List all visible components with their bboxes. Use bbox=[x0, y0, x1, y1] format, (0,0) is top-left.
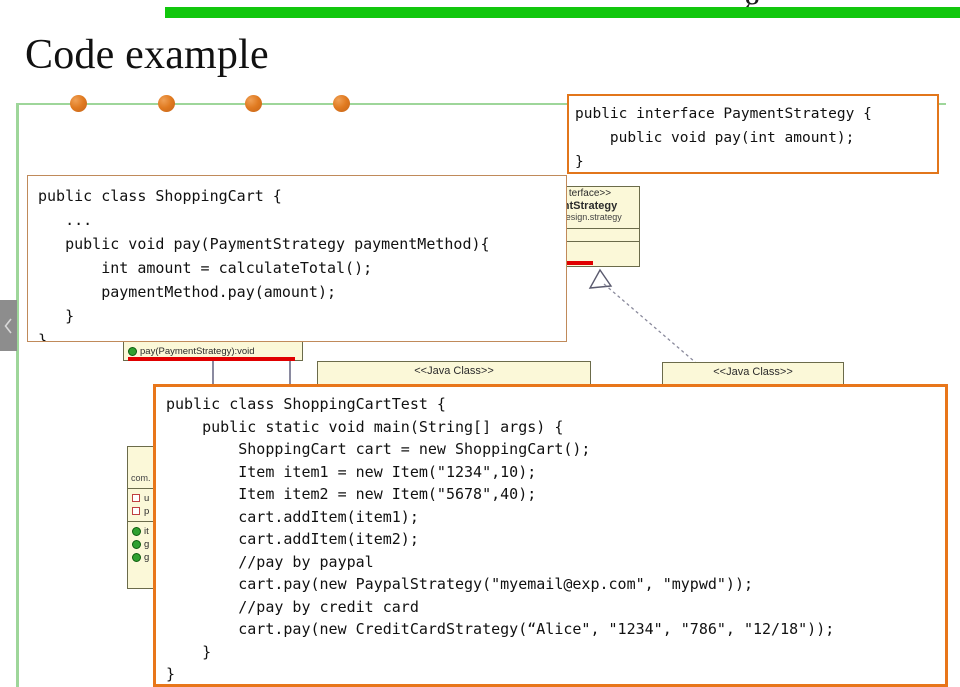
uml-method-icon bbox=[132, 552, 141, 562]
uml-stereotype: <<Java Class>> bbox=[713, 366, 793, 378]
code-block-shopping-cart: public class ShoppingCart { ... public v… bbox=[27, 175, 567, 342]
uml-method-icon bbox=[132, 526, 141, 536]
slide-canvas: g Code example terface>> ntStrategy .des… bbox=[0, 0, 960, 687]
bullet-dot bbox=[70, 95, 87, 112]
uml-field-icon bbox=[132, 507, 140, 516]
uml-stereotype: <<Java Class>> bbox=[414, 365, 494, 377]
uml-method-icon bbox=[128, 346, 137, 356]
chevron-left-icon bbox=[4, 318, 12, 333]
previous-slide-button[interactable] bbox=[0, 300, 17, 351]
bullet-dot bbox=[245, 95, 262, 112]
header-accent-bar bbox=[165, 7, 960, 18]
uml-field-icon bbox=[132, 494, 140, 503]
uml-method-icon bbox=[132, 539, 141, 549]
code-block-shopping-cart-test: public class ShoppingCartTest { public s… bbox=[153, 384, 948, 687]
code-block-payment-strategy-interface: public interface PaymentStrategy { publi… bbox=[567, 94, 939, 174]
page-title: Code example bbox=[25, 32, 269, 78]
bullet-dot bbox=[333, 95, 350, 112]
bullet-dot bbox=[158, 95, 175, 112]
uml-realization-arrow bbox=[588, 268, 703, 369]
uml-connector-2 bbox=[289, 361, 291, 386]
uml-connector bbox=[212, 361, 214, 386]
uml-member: pay(PaymentStrategy):void bbox=[124, 342, 302, 358]
